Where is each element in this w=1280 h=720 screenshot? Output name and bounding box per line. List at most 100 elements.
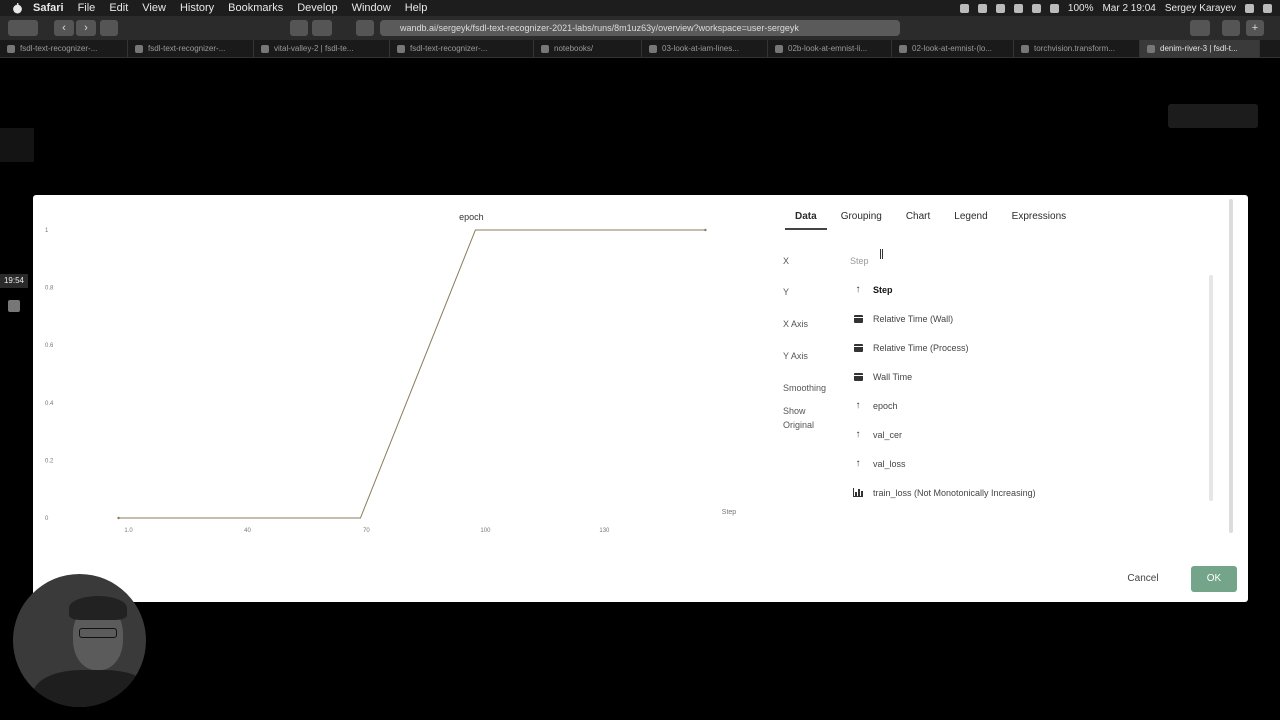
config-tabs: Data Grouping Chart Legend Expressions	[785, 207, 1080, 230]
option-label: Wall Time	[873, 371, 913, 382]
x-axis-ticks: 1.0 40 70 100 130	[124, 528, 610, 534]
show-original-label: Show Original	[783, 404, 814, 432]
menu-view[interactable]: View	[142, 2, 166, 14]
data-point	[117, 516, 120, 520]
webcam-person-glasses	[79, 628, 117, 638]
option-val-loss[interactable]: ↑ val_loss	[845, 449, 1215, 478]
forward-button[interactable]: ›	[76, 20, 96, 36]
browser-tab[interactable]: 02-look-at-emnist-(lo...	[892, 40, 1014, 58]
menu-history[interactable]: History	[180, 2, 214, 14]
favicon-icon	[775, 45, 783, 53]
y-tick-label: 0.6	[45, 343, 54, 349]
control-center-icon[interactable]	[1263, 3, 1272, 13]
share-icon[interactable]	[290, 20, 308, 36]
x-axis-select[interactable]: Step	[845, 253, 1207, 269]
shield-icon[interactable]	[312, 20, 332, 36]
apple-logo-icon[interactable]	[12, 2, 23, 14]
wifi-icon[interactable]	[1031, 3, 1041, 13]
menu-window[interactable]: Window	[352, 2, 391, 14]
download-icon[interactable]	[1190, 20, 1210, 36]
tab-chart[interactable]: Chart	[896, 207, 940, 230]
ok-button[interactable]: OK	[1191, 566, 1237, 592]
menu-edit[interactable]: Edit	[109, 2, 128, 14]
option-label: Step	[873, 284, 893, 295]
back-button[interactable]: ‹	[54, 20, 74, 36]
calendar-icon	[853, 314, 863, 324]
tab-overview-icon[interactable]	[100, 20, 118, 36]
screen: Safari File Edit View History Bookmarks …	[0, 0, 1280, 720]
battery-percent[interactable]: 100%	[1068, 3, 1094, 14]
calendar-icon	[853, 343, 863, 353]
x-field-label: X	[783, 256, 790, 266]
tab-data[interactable]: Data	[785, 207, 827, 230]
menu-bookmarks[interactable]: Bookmarks	[228, 2, 283, 14]
y-tick-label: 0.4	[45, 401, 54, 407]
browser-tab[interactable]: vital-valley-2 | fsdl-te...	[254, 40, 390, 58]
bluetooth-icon[interactable]	[1013, 3, 1023, 13]
status-app-icon[interactable]	[977, 3, 987, 13]
option-label: train_loss (Not Monotonically Increasing…	[873, 487, 1036, 498]
tab-label: notebooks/	[554, 44, 594, 53]
background-icon	[8, 300, 20, 312]
dropdown-scrollbar[interactable]	[1209, 275, 1213, 501]
y-tick-label: 1	[45, 228, 49, 234]
option-train-loss[interactable]: train_loss (Not Monotonically Increasing…	[845, 478, 1215, 507]
browser-tab[interactable]: fsdl-text-recognizer-...	[390, 40, 534, 58]
x-axis-label: Step	[722, 509, 737, 516]
search-icon[interactable]	[1245, 3, 1254, 13]
user-name[interactable]: Sergey Karayev	[1165, 3, 1236, 14]
option-label: Relative Time (Process)	[873, 342, 969, 353]
favicon-icon	[261, 45, 269, 53]
y-tick-label: 0	[45, 516, 49, 522]
browser-tab[interactable]: fsdl-text-recognizer-...	[0, 40, 128, 58]
webcam-person-body	[33, 670, 146, 707]
smoothing-field-label: Smoothing	[783, 383, 827, 393]
status-app-icon[interactable]	[995, 3, 1005, 13]
cancel-button[interactable]: Cancel	[1117, 569, 1169, 589]
chart-preview: epoch 0 0.2 0.4 0.6 0.8 1 1.0 40 70 100 130 Step	[45, 212, 737, 534]
webcam-person-hair	[69, 596, 127, 620]
x-tick-label: 1.0	[124, 528, 133, 534]
browser-tab-active[interactable]: denim-river-3 | fsdl-t...	[1140, 40, 1260, 58]
bar-chart-icon	[853, 488, 863, 498]
option-val-cer[interactable]: ↑ val_cer	[845, 420, 1215, 449]
tab-label: 03-look-at-iam-lines...	[662, 44, 739, 53]
option-relative-time-wall[interactable]: Relative Time (Wall)	[845, 304, 1215, 333]
option-epoch[interactable]: ↑ epoch	[845, 391, 1215, 420]
share-icon[interactable]	[1222, 20, 1240, 36]
status-app-icon[interactable]	[959, 3, 969, 13]
browser-tab[interactable]: 02b-look-at-emnist-li...	[768, 40, 892, 58]
modal-scrollbar[interactable]	[1229, 199, 1233, 533]
chart-title: epoch	[459, 212, 484, 222]
menu-help[interactable]: Help	[405, 2, 428, 14]
chart-series	[117, 228, 707, 520]
arrow-up-icon: ↑	[855, 284, 861, 295]
tab-label: vital-valley-2 | fsdl-te...	[274, 44, 354, 53]
sidebar-toggle-button[interactable]	[8, 20, 38, 36]
browser-tab[interactable]: fsdl-text-recognizer-...	[128, 40, 254, 58]
tab-legend[interactable]: Legend	[944, 207, 997, 230]
option-step[interactable]: ↑ Step	[845, 275, 1215, 304]
date-time[interactable]: Mar 2 19:04	[1102, 3, 1155, 14]
show-original-line-1: Show	[783, 406, 806, 416]
url-text: wandb.ai/sergeyk/fsdl-text-recognizer-20…	[400, 23, 799, 33]
menu-file[interactable]: File	[78, 2, 96, 14]
option-wall-time[interactable]: Wall Time	[845, 362, 1215, 391]
option-relative-time-process[interactable]: Relative Time (Process)	[845, 333, 1215, 362]
show-original-line-2: Original	[783, 420, 815, 430]
menu-develop[interactable]: Develop	[297, 2, 337, 14]
browser-tab[interactable]: notebooks/	[534, 40, 642, 58]
address-bar[interactable]: wandb.ai/sergeyk/fsdl-text-recognizer-20…	[380, 20, 900, 36]
browser-tab[interactable]: torchvision.transform...	[1014, 40, 1140, 58]
tab-expressions[interactable]: Expressions	[1002, 207, 1076, 230]
new-tab-button[interactable]: +	[1246, 20, 1264, 36]
reader-icon[interactable]	[356, 20, 374, 36]
github-icon	[397, 45, 405, 53]
tab-grouping[interactable]: Grouping	[831, 207, 892, 230]
option-label: Relative Time (Wall)	[873, 313, 954, 324]
favicon-icon	[541, 45, 549, 53]
volume-icon[interactable]	[1049, 3, 1059, 13]
y-tick-label: 0.2	[45, 458, 54, 464]
menu-app-name[interactable]: Safari	[33, 2, 64, 14]
browser-tab[interactable]: 03-look-at-iam-lines...	[642, 40, 768, 58]
